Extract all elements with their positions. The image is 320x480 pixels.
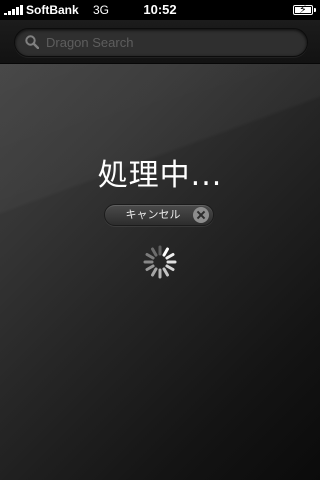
activity-spinner-icon	[143, 245, 177, 279]
search-input[interactable]	[14, 28, 308, 57]
spinner-spoke	[151, 247, 158, 257]
spinner-spoke	[145, 252, 155, 260]
processing-title: 処理中...	[97, 158, 223, 193]
spinner-spoke	[162, 247, 169, 257]
spinner-spoke	[151, 267, 158, 277]
status-time: 10:52	[143, 2, 177, 17]
app-screen: SoftBank 3G 10:52 ⚡ 処理中... キャンセル	[0, 0, 320, 480]
search-icon	[25, 35, 39, 49]
close-icon[interactable]	[193, 207, 209, 223]
spinner-spoke	[165, 264, 175, 271]
cancel-button[interactable]: キャンセル	[104, 204, 214, 226]
status-bar: SoftBank 3G 10:52 ⚡	[0, 0, 320, 20]
battery-icon: ⚡	[293, 4, 316, 16]
search-bar	[0, 20, 320, 64]
charging-bolt-icon: ⚡	[299, 4, 307, 16]
cancel-label: キャンセル	[125, 208, 181, 221]
spinner-spoke	[162, 267, 169, 277]
spinner-spoke	[145, 264, 155, 271]
spinner-spoke	[165, 253, 175, 260]
